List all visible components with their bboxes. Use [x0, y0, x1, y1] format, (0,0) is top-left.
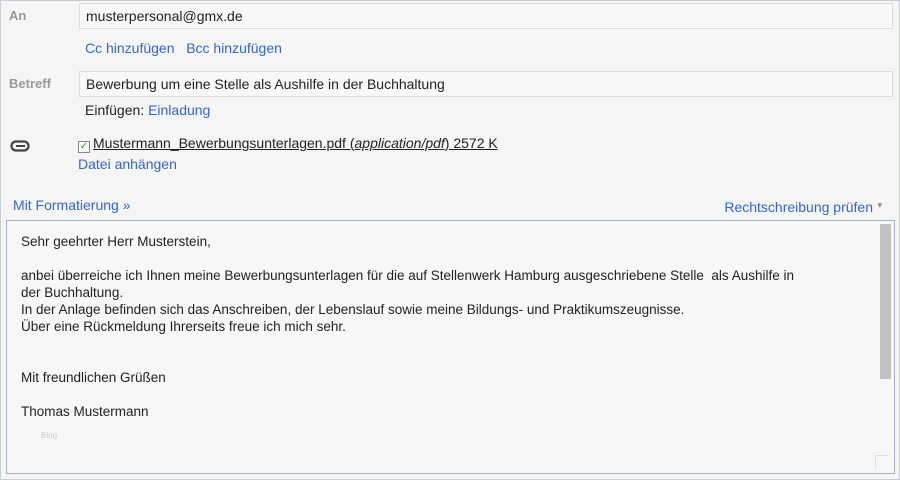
- subject-input[interactable]: Bewerbung um eine Stelle als Aushilfe in…: [79, 71, 893, 97]
- to-input[interactable]: musterpersonal@gmx.de: [79, 3, 893, 29]
- watermark: Blog: [41, 431, 58, 440]
- paperclip-icon: [10, 140, 30, 152]
- message-body[interactable]: Sehr geehrter Herr Musterstein, anbei üb…: [6, 220, 895, 474]
- attach-file-link[interactable]: Datei anhängen: [78, 156, 177, 172]
- subject-label: Betreff: [9, 76, 51, 91]
- spellcheck-link[interactable]: Rechtschreibung prüfen: [724, 199, 873, 215]
- resize-handle[interactable]: [875, 455, 889, 469]
- scrollbar[interactable]: [880, 224, 891, 379]
- add-cc-link[interactable]: Cc hinzufügen: [85, 40, 175, 56]
- formatting-link[interactable]: Mit Formatierung »: [13, 197, 130, 213]
- attachment-checkbox[interactable]: ✓: [78, 141, 90, 153]
- insert-label: Einfügen:: [85, 102, 145, 118]
- chevron-down-icon[interactable]: ▾: [877, 200, 882, 211]
- add-bcc-link[interactable]: Bcc hinzufügen: [186, 40, 282, 56]
- to-label: An: [9, 8, 27, 23]
- insert-invitation-link[interactable]: Einladung: [148, 102, 210, 118]
- attachment-filename[interactable]: Mustermann_Bewerbungsunterlagen.pdf (app…: [93, 135, 498, 151]
